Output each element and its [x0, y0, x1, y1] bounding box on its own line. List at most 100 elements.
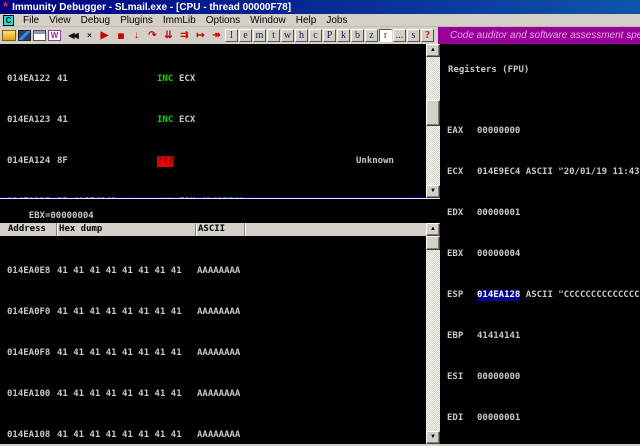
disasm-instruction: ???: [157, 156, 174, 167]
cpu-window-icon[interactable]: C: [3, 14, 14, 26]
menu-help[interactable]: Help: [291, 15, 322, 26]
source-button[interactable]: s: [407, 29, 420, 42]
hex-address: 014EA108: [7, 430, 51, 440]
info-text: EBX=00000004: [28, 211, 94, 221]
register-row[interactable]: EDI 00000001: [440, 413, 640, 424]
disassembly-pane: 014EA122 41 INC ECX 014EA123 41 INC ECX 014EA1…: [0, 44, 426, 198]
register-value: 00000004: [477, 249, 521, 259]
disasm-bytes: 8F: [57, 156, 68, 166]
windows-button[interactable]: w: [281, 29, 294, 42]
immunity-debugger-window: * Immunity Debugger - SLmail.exe - [CPU …: [0, 0, 640, 446]
patches-button[interactable]: P: [323, 29, 336, 42]
pause-icon[interactable]: ▮▮: [113, 29, 128, 43]
disasm-scrollbar[interactable]: ▲ ▼: [426, 44, 440, 198]
scroll-down-icon[interactable]: ▼: [426, 185, 440, 198]
hexdump-scrollbar[interactable]: ▲ ▼: [426, 223, 440, 444]
animate-over-icon[interactable]: ⇉: [177, 29, 192, 43]
menu-debug[interactable]: Debug: [76, 15, 115, 26]
menu-options[interactable]: Options: [201, 15, 245, 26]
scroll-up-icon[interactable]: ▲: [426, 223, 440, 236]
run-icon[interactable]: ▶: [97, 29, 112, 43]
call-stack-button[interactable]: k: [337, 29, 350, 42]
header-hex-dump: Hex dump: [57, 223, 196, 236]
register-name: ESP: [447, 290, 464, 300]
scroll-down-icon[interactable]: ▼: [426, 431, 440, 444]
log-window-button[interactable]: l: [225, 29, 238, 42]
hex-bytes: 41 41 41 41 41 41 41 41: [57, 430, 182, 440]
z-window-button[interactable]: z: [365, 29, 378, 42]
register-name: EDX: [447, 208, 464, 218]
hex-address: 014EA0E8: [7, 266, 51, 276]
menu-view[interactable]: View: [44, 15, 76, 26]
hex-address: 014EA0F0: [7, 307, 51, 317]
threads-button[interactable]: t: [267, 29, 280, 42]
register-row[interactable]: EAX 00000000: [440, 126, 640, 137]
disasm-row[interactable]: 014EA124 8F??? Unknown: [0, 156, 426, 167]
register-name: ESI: [447, 372, 464, 382]
menu-file[interactable]: File: [18, 15, 44, 26]
executables-button[interactable]: e: [239, 29, 252, 42]
register-row[interactable]: ECX 014E9EC4 ASCII "20/01/19 11:43: [440, 167, 640, 178]
animate-into-icon[interactable]: ⇊: [161, 29, 176, 43]
menu-jobs[interactable]: Jobs: [321, 15, 352, 26]
register-row[interactable]: EBX 00000004: [440, 249, 640, 260]
restart-icon[interactable]: ◀◀: [65, 29, 80, 43]
handles-button[interactable]: h: [295, 29, 308, 42]
toolbar: W ◀◀ × ▶ ▮▮ ↓ ↷ ⇊ ⇉ ↦ ↠ l e m t w h c P …: [0, 27, 640, 44]
register-row[interactable]: EBP 41414141: [440, 331, 640, 342]
menu-window[interactable]: Window: [245, 15, 291, 26]
menu-plugins[interactable]: Plugins: [115, 15, 158, 26]
attach-process-icon[interactable]: [18, 30, 31, 41]
help-button[interactable]: ?: [421, 29, 434, 42]
header-ascii: ASCII: [196, 223, 245, 236]
exec-till-return-icon[interactable]: ↦: [193, 29, 208, 43]
open-file-icon[interactable]: [2, 30, 16, 41]
hex-row[interactable]: 014EA108 41 41 41 41 41 41 41 41 AAAAAAAA: [0, 430, 426, 441]
register-name: EBX: [447, 249, 464, 259]
windows-list-icon[interactable]: [33, 30, 46, 41]
disasm-instruction: INC ECX: [157, 115, 196, 125]
hex-row[interactable]: 014EA0E8 41 41 41 41 41 41 41 41 AAAAAAAA: [0, 266, 426, 277]
hex-bytes: 41 41 41 41 41 41 41 41: [57, 389, 182, 399]
scrollbar-thumb[interactable]: [426, 100, 440, 126]
memory-map-button[interactable]: m: [253, 29, 266, 42]
cpu-window-button[interactable]: c: [309, 29, 322, 42]
log-window-icon[interactable]: W: [48, 30, 61, 41]
register-row[interactable]: EDX 00000001: [440, 208, 640, 219]
step-over-icon[interactable]: ↷: [145, 29, 160, 43]
hex-row[interactable]: 014EA100 41 41 41 41 41 41 41 41 AAAAAAAA: [0, 389, 426, 400]
hex-row[interactable]: 014EA0F8 41 41 41 41 41 41 41 41 AAAAAAAA: [0, 348, 426, 359]
hex-row[interactable]: 014EA0F0 41 41 41 41 41 41 41 41 AAAAAAAA: [0, 307, 426, 318]
register-row[interactable]: ESP 014EA128 ASCII "CCCCCCCCCCCCCC: [440, 290, 640, 301]
disasm-address: 014EA122: [7, 74, 51, 84]
register-value: 00000000: [477, 372, 521, 382]
step-into-icon[interactable]: ↓: [129, 29, 144, 43]
scrollbar-thumb[interactable]: [426, 236, 440, 250]
register-value: 41414141: [477, 331, 521, 341]
window-title: Immunity Debugger - SLmail.exe - [CPU - …: [12, 1, 292, 13]
register-value: 014EA128: [477, 290, 521, 301]
exec-till-user-icon[interactable]: ↠: [209, 29, 224, 43]
more-windows-button[interactable]: ...: [393, 29, 406, 42]
hex-address: 014EA0F8: [7, 348, 51, 358]
right-column: Registers (FPU) EAX 00000000 ECX 014E9EC4 …: [440, 44, 640, 446]
hex-ascii: AAAAAAAA: [197, 389, 241, 399]
menu-immlib[interactable]: ImmLib: [158, 15, 201, 26]
disasm-row[interactable]: 014EA123 41 INC ECX: [0, 115, 426, 126]
disasm-instruction: INC ECX: [157, 74, 196, 84]
app-icon: *: [3, 0, 9, 14]
register-name: EBP: [447, 331, 464, 341]
disasm-row[interactable]: 014EA122 41 INC ECX: [0, 74, 426, 85]
register-value: 014E9EC4: [477, 167, 521, 177]
register-ascii: ASCII "20/01/19 11:43: [520, 167, 640, 177]
close-program-icon[interactable]: ×: [81, 29, 96, 43]
info-pane: EBX=00000004: [0, 198, 440, 223]
registers-title: Registers (FPU): [448, 65, 530, 75]
header-address: Address: [0, 223, 57, 236]
breakpoints-button[interactable]: b: [351, 29, 364, 42]
hexdump-header: Address Hex dump ASCII: [0, 223, 426, 236]
references-button[interactable]: r: [379, 29, 392, 42]
register-row[interactable]: ESI 00000000: [440, 372, 640, 383]
disasm-address: 014EA123: [7, 115, 51, 125]
scroll-up-icon[interactable]: ▲: [426, 44, 440, 57]
